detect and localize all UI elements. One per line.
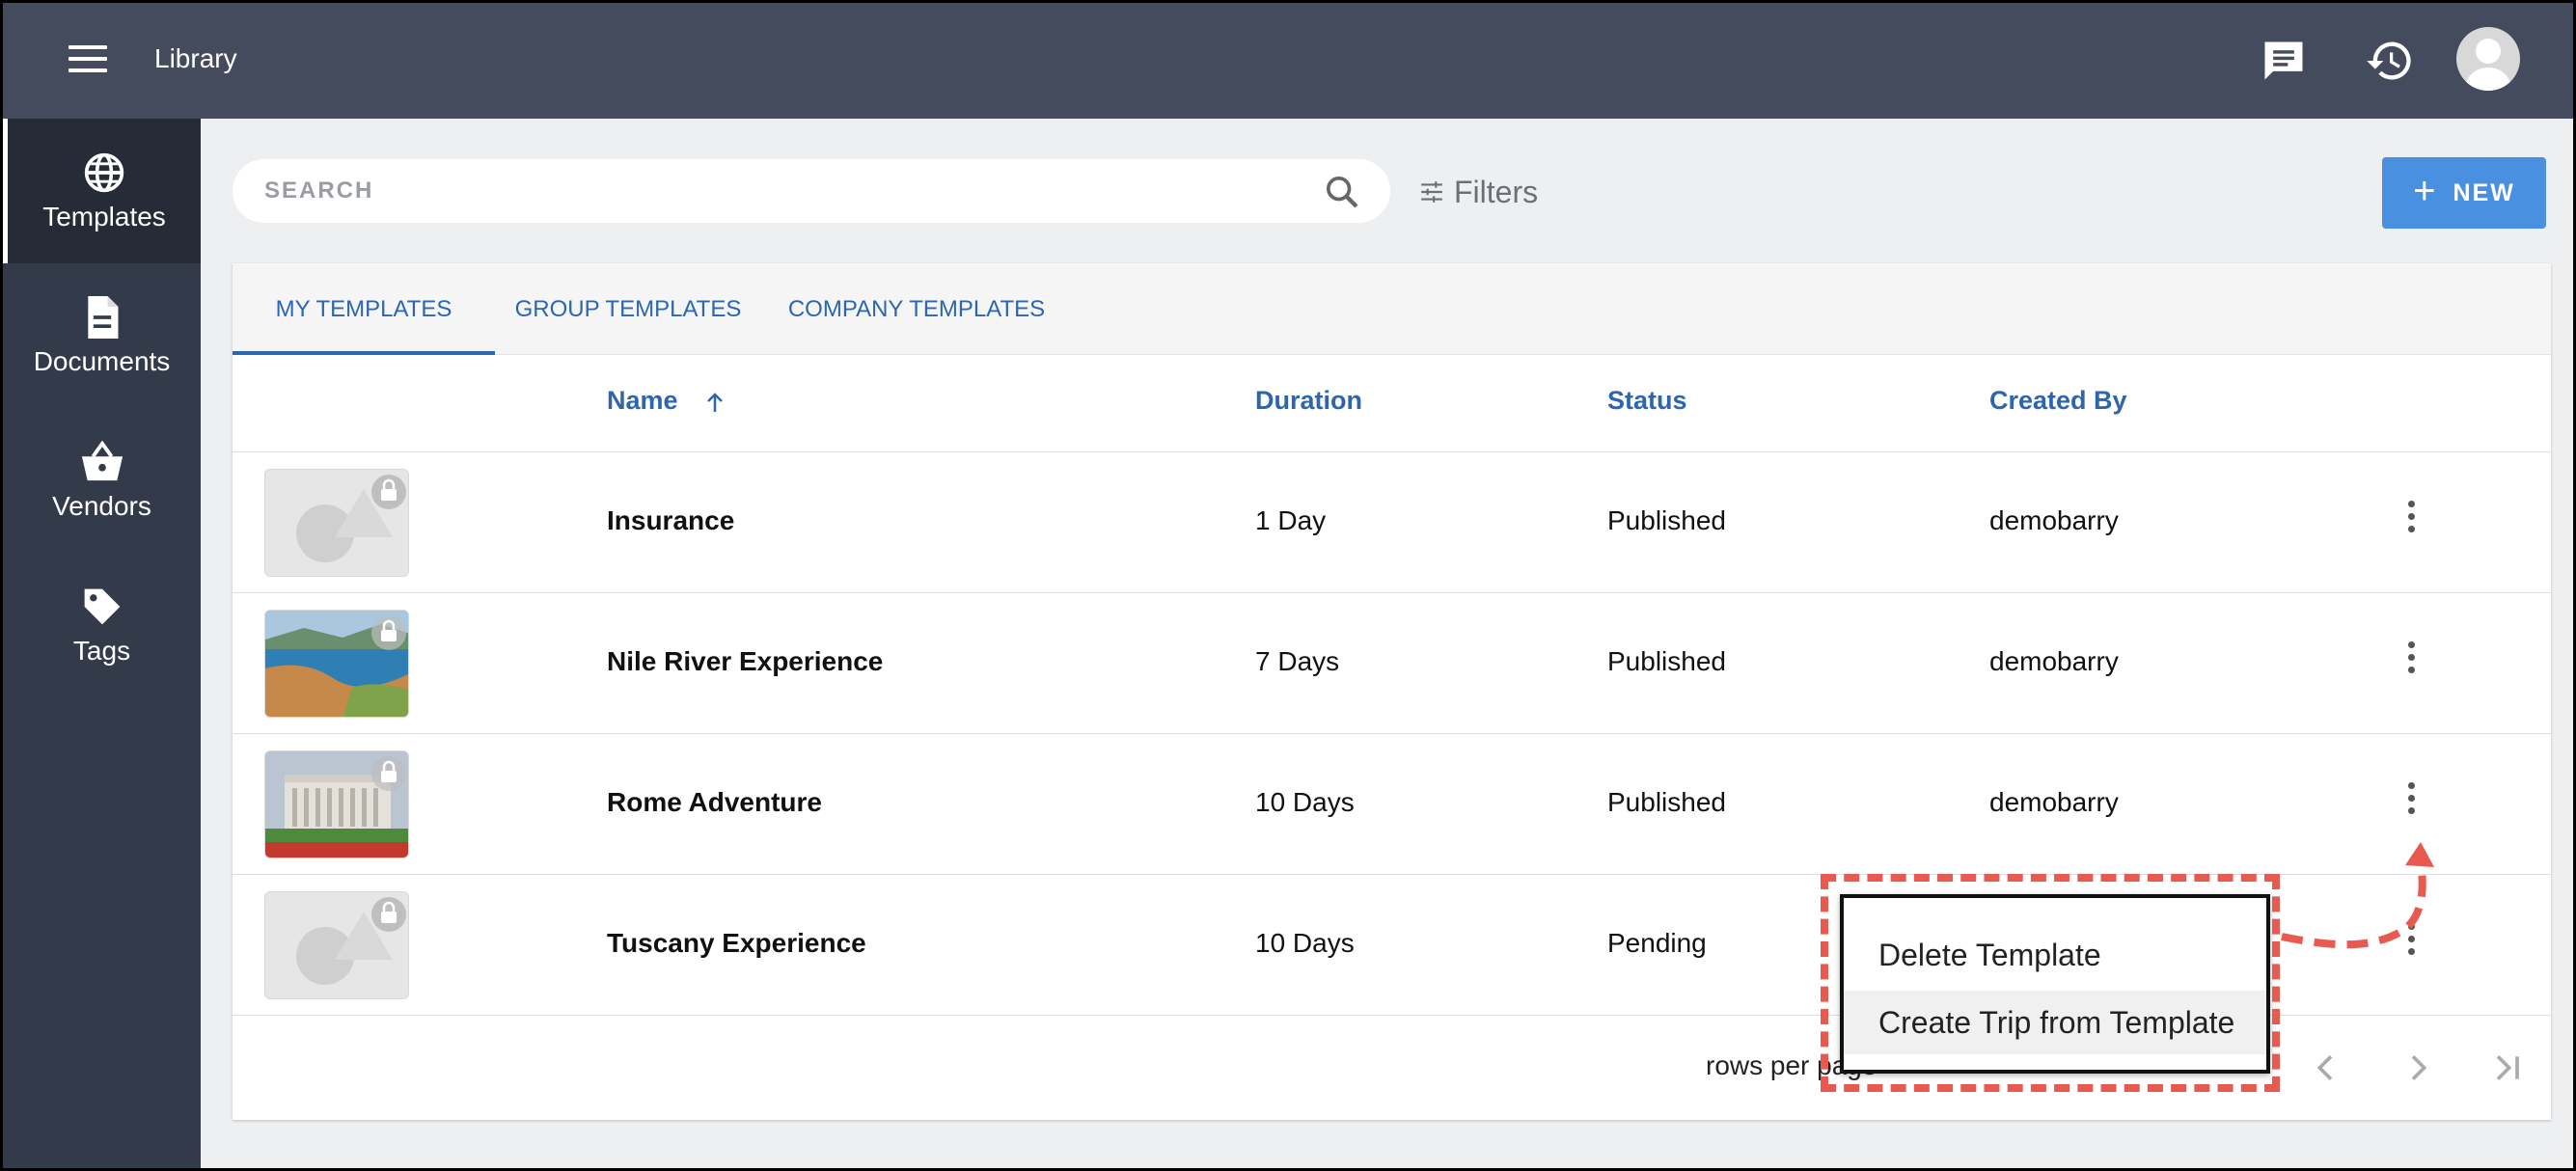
chat-icon[interactable] [2259, 36, 2309, 86]
sidebar-item-label: Templates [42, 202, 166, 231]
column-header-name[interactable]: Name [607, 386, 678, 416]
column-header-duration[interactable]: Duration [1255, 386, 1362, 416]
template-name[interactable]: Rome Adventure [607, 787, 822, 818]
app-title: Library [154, 43, 237, 73]
template-name[interactable]: Insurance [607, 505, 734, 536]
sidebar-item-vendors[interactable]: Vendors [3, 408, 201, 553]
template-status: Published [1607, 646, 1726, 676]
filters-label: Filters [1454, 174, 1539, 209]
search-bar [233, 159, 1390, 223]
tab-my-templates[interactable]: MY TEMPLATES [233, 263, 495, 355]
template-created-by: demobarry [1989, 505, 2119, 535]
tab-group-templates[interactable]: GROUP TEMPLATES [512, 263, 744, 355]
template-status: Pending [1607, 928, 1707, 958]
annotation-arrow-icon [2281, 842, 2434, 949]
table-row[interactable]: Nile River Experience 7 Days Published d… [233, 593, 2551, 733]
sidebar-item-tags[interactable]: Tags [3, 553, 201, 697]
template-created-by: demobarry [1989, 646, 2119, 676]
chevron-left-icon[interactable] [2307, 1048, 2345, 1087]
template-duration: 10 Days [1255, 787, 1355, 817]
more-options-icon[interactable] [2403, 501, 2419, 545]
more-options-icon[interactable] [2403, 641, 2419, 686]
search-icon[interactable] [1323, 173, 1361, 211]
template-thumbnail [264, 610, 409, 718]
sidebar-item-templates[interactable]: Templates [3, 119, 201, 263]
template-duration: 7 Days [1255, 646, 1340, 676]
template-thumbnail [264, 469, 409, 577]
column-header-status[interactable]: Status [1607, 386, 1687, 416]
template-status: Published [1607, 787, 1726, 817]
table-row[interactable]: Rome Adventure 10 Days Published demobar… [233, 734, 2551, 874]
sort-ascending-icon[interactable] [705, 391, 725, 414]
globe-icon [84, 152, 124, 193]
top-bar: Library [3, 3, 2573, 119]
column-header-created-by[interactable]: Created By [1989, 386, 2127, 416]
template-created-by: demobarry [1989, 787, 2119, 817]
plus-icon: + [2413, 169, 2438, 212]
table-row[interactable]: Insurance 1 Day Published demobarry [233, 452, 2551, 592]
tab-bar: MY TEMPLATES GROUP TEMPLATES COMPANY TEM… [233, 263, 2551, 355]
template-duration: 1 Day [1255, 505, 1327, 535]
sidebar-item-label: Tags [72, 636, 131, 666]
chevron-right-icon[interactable] [2398, 1048, 2437, 1087]
template-thumbnail [264, 891, 409, 999]
new-button[interactable]: + NEW [2382, 157, 2546, 229]
filters-button[interactable]: Filters [1419, 173, 1538, 211]
new-button-label: NEW [2453, 178, 2515, 206]
sidebar: Templates Documents Vendors Tags [3, 119, 201, 1168]
history-icon[interactable] [2365, 36, 2415, 86]
more-options-icon[interactable] [2403, 782, 2419, 827]
tag-icon [84, 588, 120, 625]
sidebar-item-label: Documents [33, 346, 171, 376]
template-name[interactable]: Tuscany Experience [607, 928, 866, 959]
template-name[interactable]: Nile River Experience [607, 646, 883, 677]
last-page-icon[interactable] [2488, 1048, 2527, 1087]
app-window: Library Templates Documents Vendors Tags [3, 3, 2573, 1168]
search-input[interactable] [264, 173, 1306, 209]
user-avatar[interactable] [2456, 27, 2520, 91]
menu-icon[interactable] [69, 45, 107, 76]
filter-sliders-icon [1421, 181, 1442, 203]
template-duration: 10 Days [1255, 928, 1355, 958]
template-status: Published [1607, 505, 1726, 535]
document-icon [87, 296, 118, 339]
sidebar-item-label: Vendors [52, 491, 151, 521]
tab-company-templates[interactable]: COMPANY TEMPLATES [786, 263, 1047, 355]
basket-icon [81, 441, 123, 481]
sidebar-item-documents[interactable]: Documents [3, 263, 201, 408]
template-thumbnail [264, 750, 409, 858]
highlight-callout [1821, 874, 2280, 1092]
